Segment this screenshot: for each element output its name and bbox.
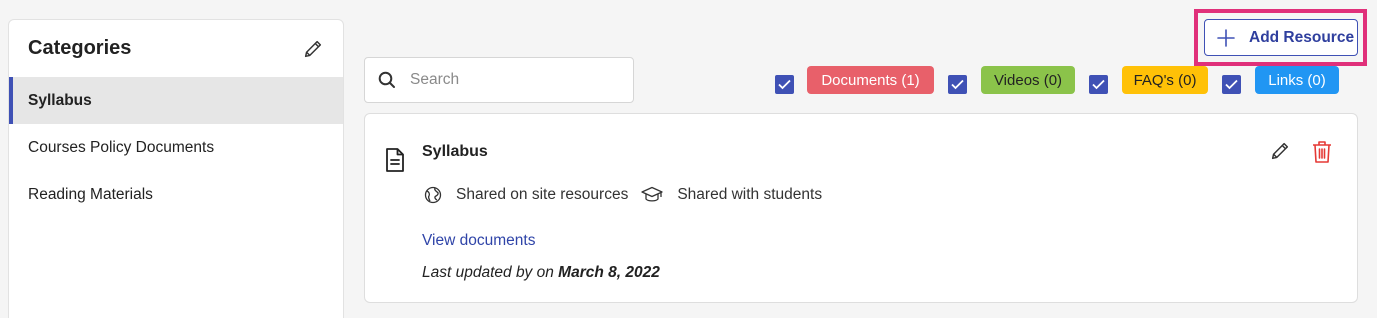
search-input[interactable]	[410, 71, 610, 89]
add-resource-label: Add Resource	[1249, 28, 1355, 46]
last-updated-date: March 8, 2022	[558, 264, 660, 281]
document-icon	[385, 148, 405, 177]
globe-icon	[424, 186, 442, 204]
filter-links-checkbox[interactable]	[1222, 75, 1241, 94]
edit-categories-icon[interactable]	[300, 36, 326, 62]
resource-card: Syllabus Shared on site resources Shared…	[364, 113, 1358, 303]
filter-documents-checkbox[interactable]	[775, 75, 794, 94]
view-documents-link[interactable]: View documents	[422, 232, 535, 250]
shared-students-text: Shared with students	[677, 186, 823, 203]
last-updated: Last updated by on March 8, 2022	[422, 264, 660, 282]
sidebar-item-reading-materials[interactable]: Reading Materials	[9, 171, 343, 218]
graduation-cap-icon	[641, 186, 663, 204]
plus-icon	[1216, 28, 1236, 48]
categories-sidebar: Categories Syllabus Courses Policy Docum…	[8, 19, 344, 318]
filter-videos-badge[interactable]: Videos (0)	[981, 66, 1075, 94]
sidebar-item-syllabus[interactable]: Syllabus	[9, 77, 343, 124]
filter-videos-checkbox[interactable]	[948, 75, 967, 94]
filter-links-badge[interactable]: Links (0)	[1255, 66, 1339, 94]
search-box[interactable]	[364, 57, 634, 103]
delete-resource-icon[interactable]	[1311, 140, 1333, 164]
add-resource-button[interactable]: Add Resource	[1204, 19, 1358, 56]
filter-documents-badge[interactable]: Documents (1)	[807, 66, 934, 94]
sidebar-header: Categories	[9, 20, 343, 77]
sharing-info: Shared on site resources Shared with stu…	[424, 186, 822, 204]
search-icon	[378, 71, 396, 89]
edit-resource-icon[interactable]	[1269, 140, 1291, 164]
resource-title: Syllabus	[422, 143, 488, 160]
sidebar-item-courses-policy-documents[interactable]: Courses Policy Documents	[9, 124, 343, 171]
last-updated-prefix: Last updated by on	[422, 264, 559, 281]
filter-faqs-badge[interactable]: FAQ's (0)	[1122, 66, 1208, 94]
filter-faqs-checkbox[interactable]	[1089, 75, 1108, 94]
shared-site-text: Shared on site resources	[456, 186, 629, 203]
sidebar-title: Categories	[28, 37, 132, 59]
resource-actions	[1269, 140, 1333, 164]
